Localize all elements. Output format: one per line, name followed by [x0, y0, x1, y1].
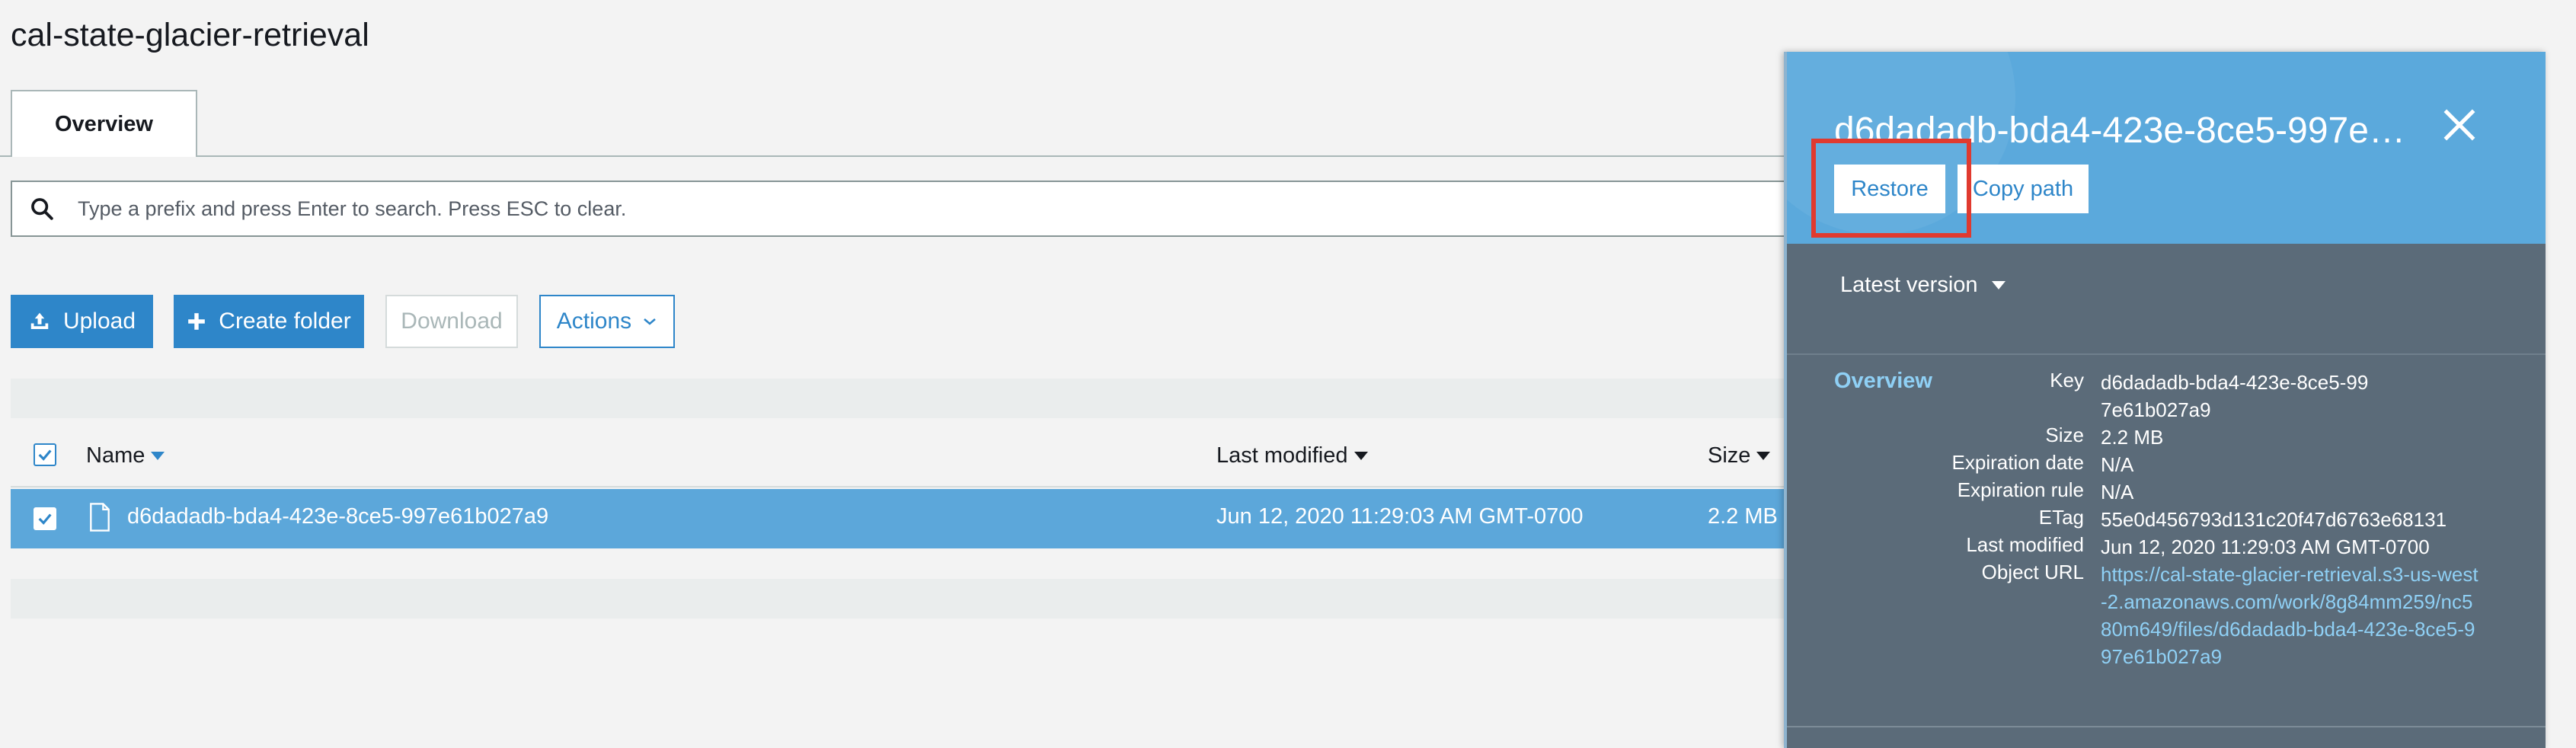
column-header-last-modified[interactable]: Last modified [1216, 443, 1368, 468]
create-folder-label: Create folder [219, 308, 351, 334]
column-header-name-label: Name [86, 443, 145, 468]
prop-exp-rule-value: N/A [2101, 481, 2134, 503]
sort-caret-icon [1756, 452, 1771, 460]
row-checkbox[interactable] [34, 507, 56, 530]
panel-divider [1787, 353, 2546, 355]
upload-button[interactable]: Upload [11, 295, 153, 348]
download-label: Download [401, 308, 503, 334]
object-url-link[interactable]: https://cal-state-glacier-retrieval.s3-u… [2101, 561, 2482, 670]
caret-down-icon [1991, 281, 2006, 289]
object-detail-panel: d6dadadb-bda4-423e-8ce5-997e61b027a9 Res… [1784, 52, 2546, 748]
version-dropdown[interactable]: Latest version [1840, 273, 2006, 298]
restore-highlight-box [1811, 139, 1971, 238]
prop-object-url-label: Object URL [1981, 561, 2084, 583]
actions-dropdown[interactable]: Actions [539, 295, 675, 348]
prop-etag-value: 55e0d456793d131c20f47d6763e68131 [2101, 508, 2447, 531]
panel-bottom-divider [1787, 726, 2546, 727]
prop-size-label: Size [2045, 424, 2084, 446]
sort-caret-icon [151, 452, 165, 460]
select-all-checkbox[interactable] [34, 443, 56, 466]
prop-key-label: Key [2050, 369, 2084, 392]
column-header-size-label: Size [1708, 443, 1751, 468]
prop-size-value: 2.2 MB [2101, 426, 2164, 449]
copy-path-button[interactable]: Copy path [1958, 165, 2089, 213]
row-size: 2.2 MB [1708, 504, 1778, 529]
row-name-link[interactable]: d6dadadb-bda4-423e-8ce5-997e61b027a9 [127, 504, 548, 529]
panel-header: d6dadadb-bda4-423e-8ce5-997e61b027a9 Res… [1787, 52, 2546, 244]
page-title: cal-state-glacier-retrieval [11, 17, 369, 53]
prop-key-value: d6dadadb-bda4-423e-8ce5-997e61b027a9 [2101, 371, 2369, 421]
chevron-down-icon [642, 316, 657, 327]
file-icon [88, 503, 111, 535]
upload-icon [28, 310, 51, 333]
tab-underline [0, 155, 1786, 157]
search-input[interactable] [76, 196, 1791, 222]
table-spacer-band [11, 379, 1786, 418]
row-last-modified: Jun 12, 2020 11:29:03 AM GMT-0700 [1216, 504, 1584, 529]
prop-last-modified-value: Jun 12, 2020 11:29:03 AM GMT-0700 [2101, 535, 2430, 558]
prop-exp-rule-label: Expiration rule [1957, 478, 2084, 501]
prop-etag-label: ETag [2038, 506, 2084, 529]
column-header-last-modified-label: Last modified [1216, 443, 1348, 468]
close-icon[interactable] [2438, 104, 2481, 146]
search-box[interactable] [11, 181, 1793, 237]
column-header-name[interactable]: Name [86, 443, 165, 468]
upload-label: Upload [62, 308, 136, 334]
search-icon [31, 198, 53, 220]
column-header-size[interactable]: Size [1708, 443, 1771, 468]
download-button[interactable]: Download [385, 295, 518, 348]
actions-label: Actions [556, 308, 632, 334]
prop-exp-date-value: N/A [2101, 453, 2134, 476]
plus-icon [187, 312, 206, 331]
prop-exp-date-label: Expiration date [1951, 451, 2084, 474]
sort-caret-icon [1354, 452, 1368, 460]
check-icon [38, 449, 52, 461]
table-footer-band [11, 579, 1786, 619]
table-header-row: Name Last modified Size [11, 427, 1786, 487]
create-folder-button[interactable]: Create folder [174, 295, 364, 348]
check-icon [38, 513, 52, 525]
table-row[interactable]: d6dadadb-bda4-423e-8ce5-997e61b027a9 Jun… [11, 489, 1786, 548]
tab-overview[interactable]: Overview [11, 90, 197, 157]
version-label: Latest version [1840, 273, 1978, 297]
prop-last-modified-label: Last modified [1966, 533, 2084, 556]
